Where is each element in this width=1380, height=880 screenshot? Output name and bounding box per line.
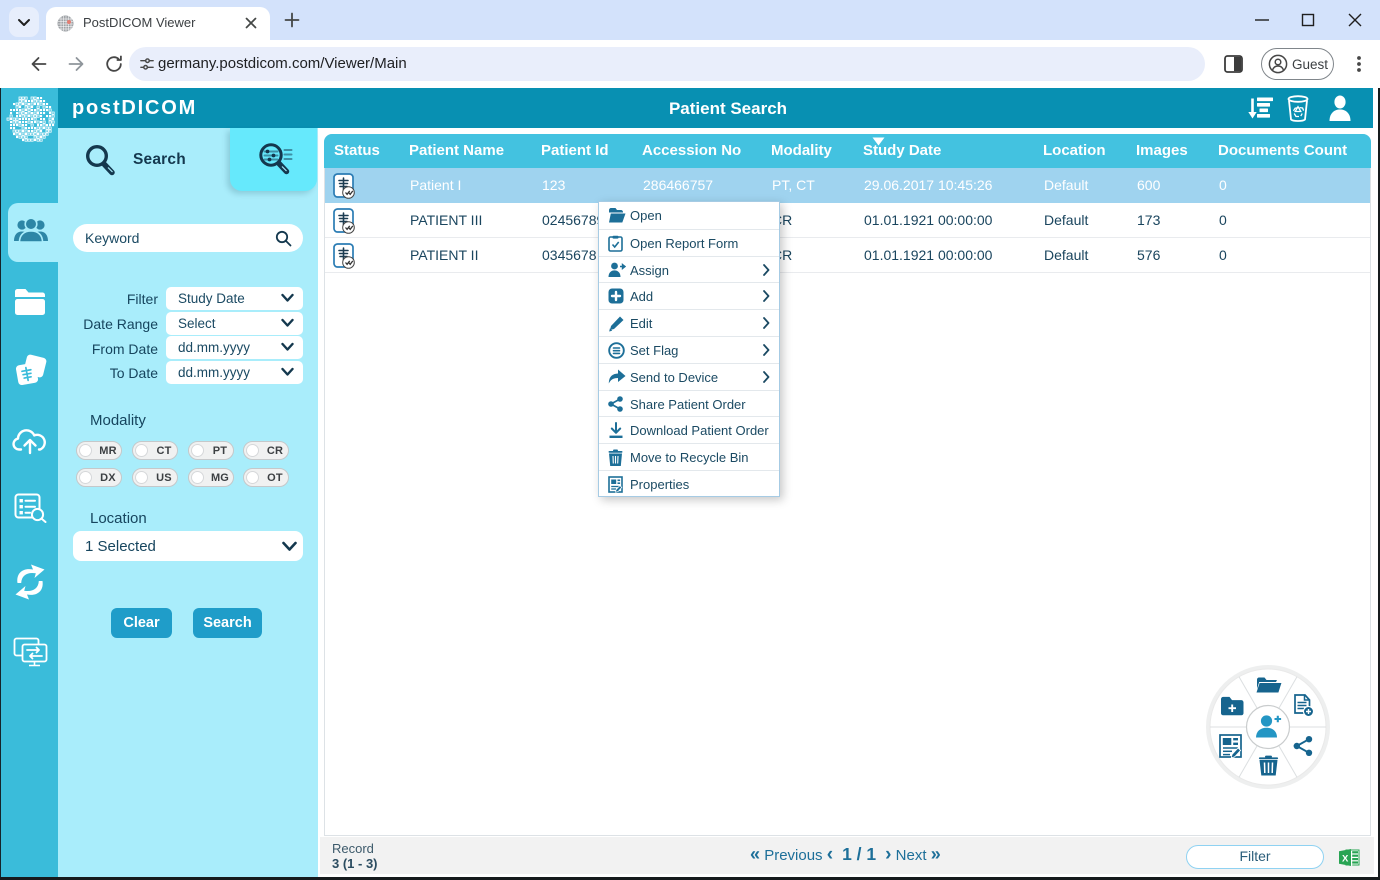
- svg-text:X: X: [1342, 853, 1349, 864]
